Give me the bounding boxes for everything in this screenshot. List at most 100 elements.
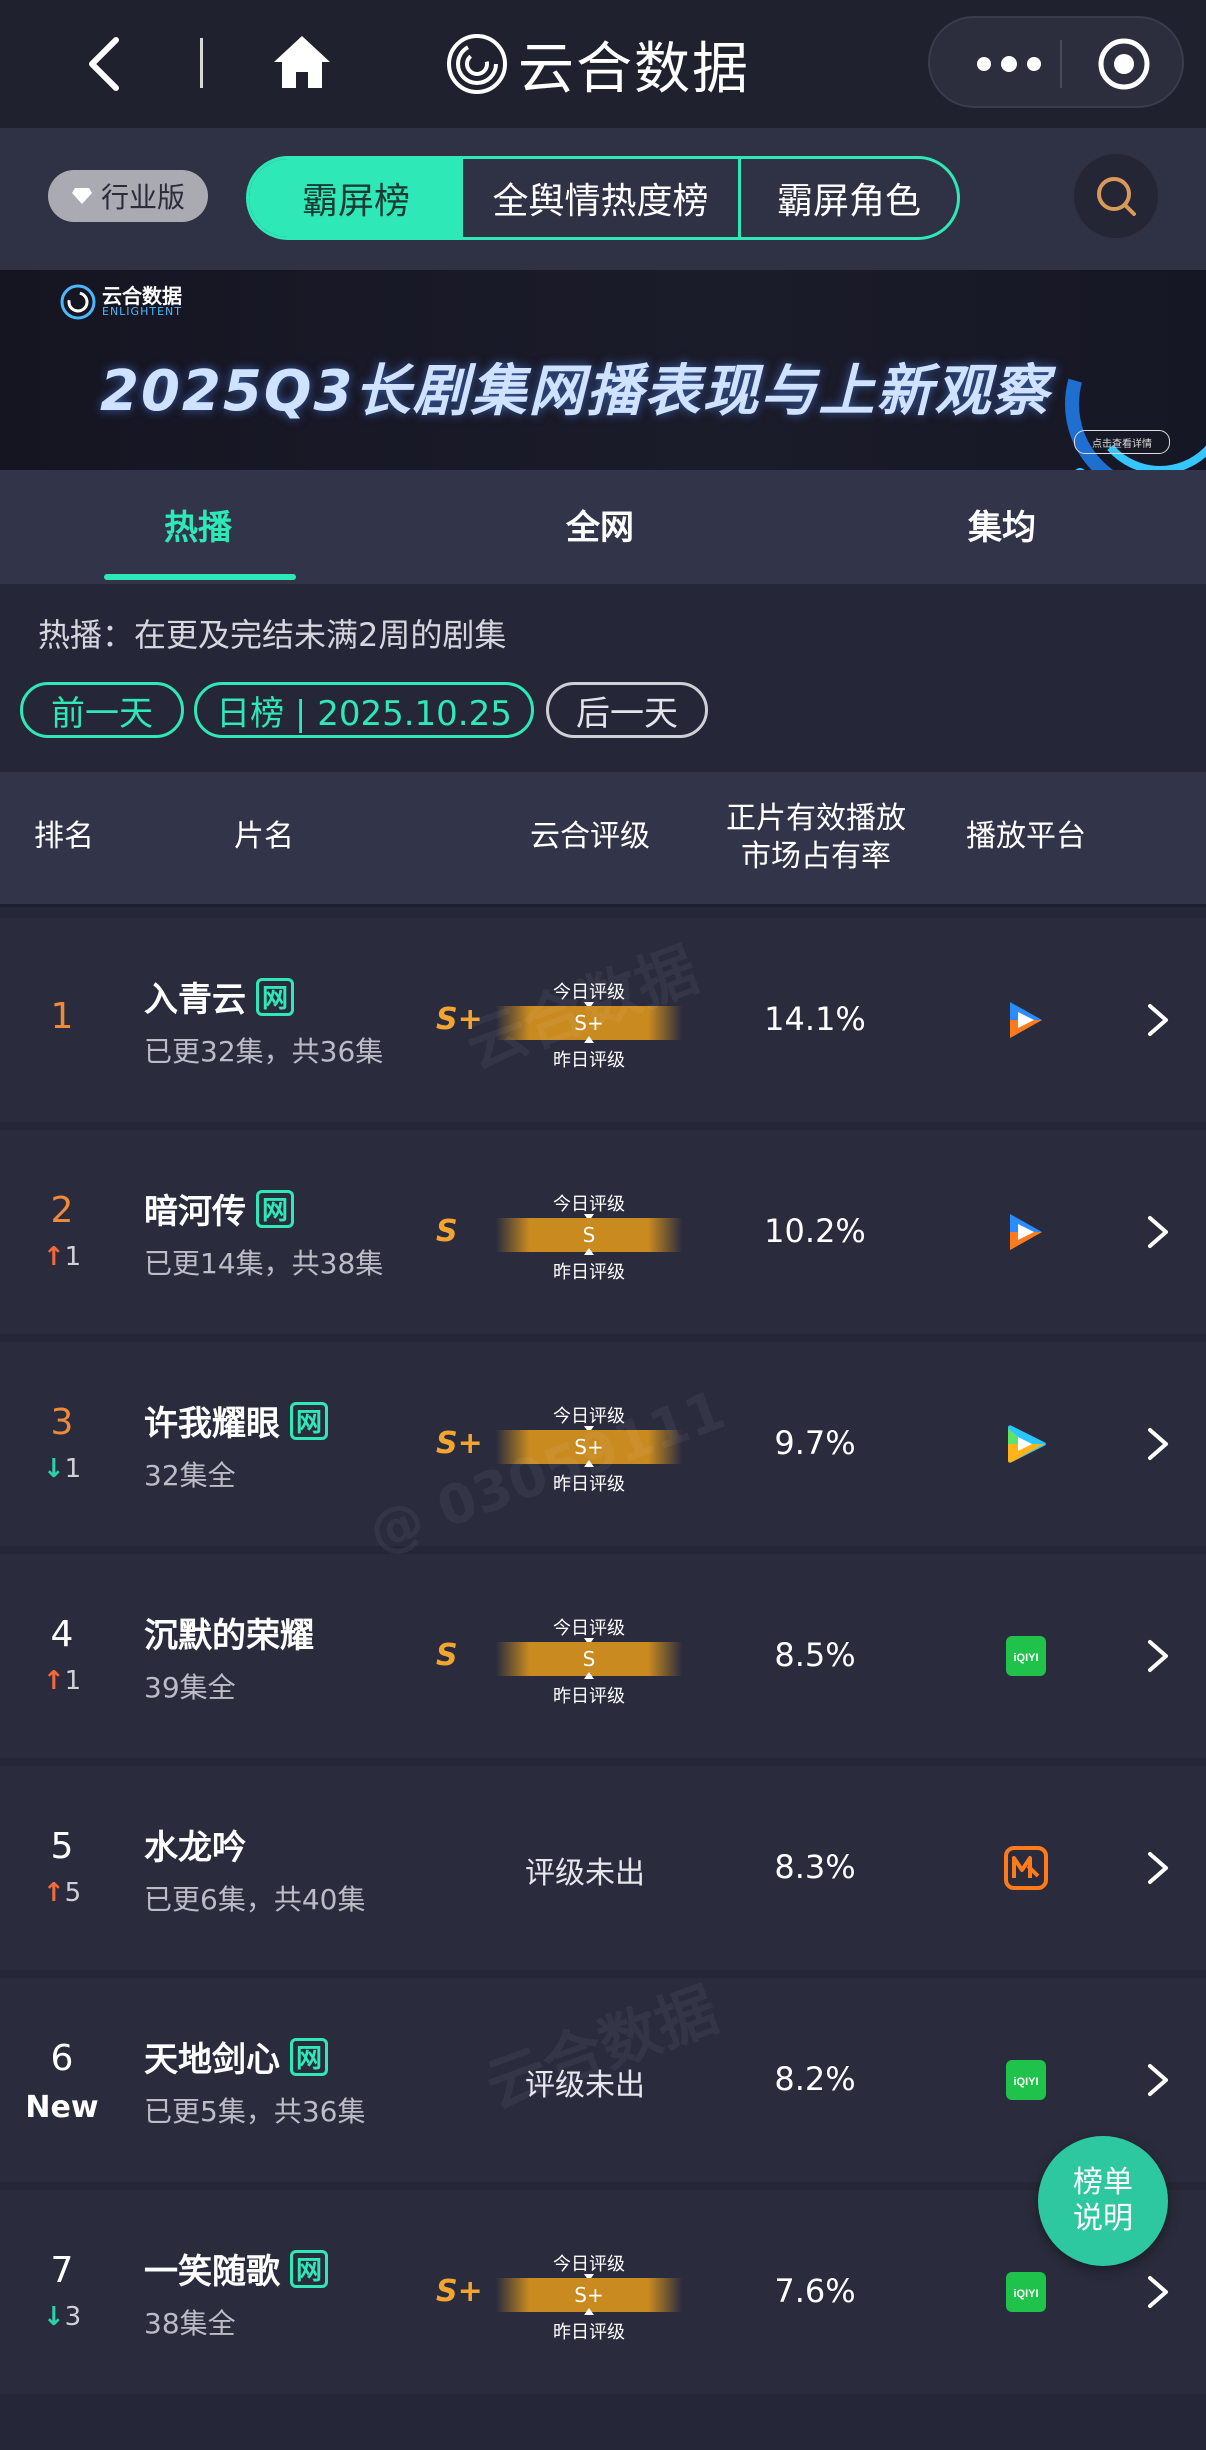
drama-title: 入青云网 — [144, 972, 294, 1021]
drama-title: 一笑随歌网 — [144, 2244, 328, 2293]
rank-down-icon: ↓ — [42, 1454, 65, 1484]
active-tab-indicator — [104, 574, 296, 580]
banner-logo: 云合数据 ENLIGHTENT — [60, 282, 182, 322]
rank-change-value: 1 — [64, 1242, 82, 1272]
chevron-right-icon[interactable] — [1146, 1214, 1170, 1250]
ranking-explanation-button[interactable]: 榜单 说明 — [1038, 2136, 1168, 2266]
header-name: 片名 — [234, 819, 294, 854]
next-day-button[interactable]: 后一天 — [546, 682, 708, 738]
chevron-right-icon[interactable] — [1146, 2274, 1170, 2310]
chevron-right-icon[interactable] — [1146, 1002, 1170, 1038]
subtab-per-episode[interactable]: 集均 — [968, 500, 1036, 549]
rating-gauge: 今日评级 S 昨日评级 — [496, 1614, 682, 1707]
gauge-bar: S — [496, 1218, 682, 1252]
drama-name: 沉默的荣耀 — [144, 1616, 314, 1656]
rank-up-icon: ↑ — [42, 1666, 65, 1696]
gauge-today-label: 今日评级 — [553, 2254, 625, 2275]
market-share: 10.2% — [764, 1212, 866, 1250]
grade-label: S+ — [436, 2274, 483, 2309]
table-header: 排名 片名 云合评级 正片有效播放 市场占有率 播放平台 — [0, 772, 1206, 907]
chevron-right-icon[interactable] — [1146, 1850, 1170, 1886]
tab-baping-role[interactable]: 霸屏角色 — [741, 159, 957, 237]
back-icon[interactable] — [78, 32, 138, 96]
close-miniprogram-icon[interactable] — [1096, 36, 1152, 92]
fab-line1: 榜单 — [1073, 2165, 1133, 2200]
grade-label: S — [436, 1214, 458, 1249]
rank-change-value: 5 — [64, 1878, 82, 1908]
prev-day-button[interactable]: 前一天 — [20, 682, 184, 738]
drama-name: 天地剑心 — [144, 2040, 280, 2080]
subtab-all-network[interactable]: 全网 — [566, 500, 634, 549]
gauge-today-label: 今日评级 — [553, 1618, 625, 1639]
ranking-description: 热播：在更及完结未满2周的剧集 — [38, 616, 507, 654]
gauge-grade: S — [582, 1223, 596, 1247]
svg-text:iQIYI: iQIYI — [1013, 1652, 1038, 1664]
tab-baping[interactable]: 霸屏榜 — [249, 159, 463, 237]
industry-version-button[interactable]: 行业版 — [48, 170, 208, 222]
header-platform: 播放平台 — [966, 819, 1086, 854]
table-row[interactable]: 5 ↑5 水龙吟 已更6集，共40集 评级未出 8.3% — [0, 1766, 1206, 1970]
chevron-right-icon[interactable] — [1146, 2062, 1170, 2098]
miniprogram-capsule — [928, 16, 1184, 108]
header-share-line1: 正片有效播放 — [726, 801, 906, 836]
iqiyi-icon: iQIYI — [1006, 2060, 1046, 2100]
drama-title: 天地剑心网 — [144, 2032, 328, 2081]
rating-gauge: 今日评级 S+ 昨日评级 — [496, 2250, 682, 2343]
rating-pending: 评级未出 — [525, 1856, 645, 1891]
home-icon[interactable] — [270, 30, 334, 94]
banner-detail-button[interactable]: 点击查看详情 — [1074, 430, 1170, 454]
episode-status: 32集全 — [144, 1459, 236, 1492]
gauge-yesterday-label: 昨日评级 — [553, 1686, 625, 1707]
rank-up-icon: ↑ — [42, 1878, 65, 1908]
header-share-line2: 市场占有率 — [741, 839, 891, 874]
table-row[interactable]: 4 ↑1 沉默的荣耀 39集全 S 今日评级 S 昨日评级 8.5% iQIYI — [0, 1554, 1206, 1758]
iqiyi-icon: iQIYI — [1006, 2272, 1046, 2312]
gauge-bar: S+ — [496, 2278, 682, 2312]
drama-name: 入青云 — [144, 980, 246, 1020]
header-rank: 排名 — [34, 819, 94, 854]
rank-down-icon: ↓ — [42, 2302, 65, 2332]
web-tag: 网 — [290, 2037, 328, 2076]
market-share: 8.3% — [774, 1848, 856, 1886]
rating-gauge: 今日评级 S 昨日评级 — [496, 1190, 682, 1283]
drama-name: 水龙吟 — [144, 1828, 246, 1868]
subtab-hot[interactable]: 热播 — [164, 500, 232, 549]
svg-text:iQIYI: iQIYI — [1013, 2076, 1038, 2088]
market-share: 8.2% — [774, 2060, 856, 2098]
market-share: 8.5% — [774, 1636, 856, 1674]
market-share: 9.7% — [774, 1424, 856, 1462]
banner-logo-cn: 云合数据 — [102, 284, 182, 308]
gauge-yesterday-marker — [584, 2308, 594, 2315]
industry-label: 行业版 — [100, 181, 185, 214]
gauge-yesterday-marker — [584, 1248, 594, 1255]
drama-title: 暗河传网 — [144, 1184, 294, 1233]
promo-banner[interactable]: 云合数据 ENLIGHTENT 2025Q3长剧集网播表现与上新观察 点击查看详… — [0, 270, 1206, 470]
more-icon[interactable] — [974, 46, 1044, 82]
web-tag: 网 — [256, 1189, 294, 1228]
chevron-right-icon[interactable] — [1146, 1638, 1170, 1674]
rank-number: 6 — [50, 2038, 74, 2079]
drama-title: 水龙吟 — [144, 1820, 246, 1869]
drama-name: 暗河传 — [144, 1192, 246, 1232]
gauge-today-label: 今日评级 — [553, 1194, 625, 1215]
banner-logo-en: ENLIGHTENT — [102, 305, 182, 318]
rank-change: ↑5 — [20, 1878, 104, 1908]
table-row[interactable]: 7 ↓3 一笑随歌网 38集全 S+ 今日评级 S+ 昨日评级 7.6% iQI… — [0, 2190, 1206, 2394]
table-row[interactable]: 2 ↑1 暗河传网 已更14集，共38集 S 今日评级 S 昨日评级 10.2% — [0, 1130, 1206, 1334]
rank-number: 4 — [50, 1614, 74, 1655]
drama-name: 许我耀眼 — [144, 1404, 280, 1444]
banner-title: 2025Q3长剧集网播表现与上新观察 — [100, 359, 1051, 424]
rank-change: ↑1 — [20, 1242, 104, 1272]
iqiyi-icon: iQIYI — [1006, 1636, 1046, 1676]
tab-public-opinion[interactable]: 全舆情热度榜 — [463, 159, 741, 237]
chevron-right-icon[interactable] — [1146, 1426, 1170, 1462]
sub-tab-bar: 热播 全网 集均 — [0, 470, 1206, 584]
yunhe-logo-icon — [447, 34, 507, 94]
date-selector[interactable]: 日榜 | 2025.10.25 — [194, 682, 534, 738]
market-share: 14.1% — [764, 1000, 866, 1038]
header-rating: 云合评级 — [530, 819, 650, 854]
search-icon[interactable] — [1074, 154, 1158, 238]
diamond-icon — [71, 188, 92, 204]
drama-title: 许我耀眼网 — [144, 1396, 328, 1445]
tencent-video-icon — [1008, 1425, 1046, 1463]
